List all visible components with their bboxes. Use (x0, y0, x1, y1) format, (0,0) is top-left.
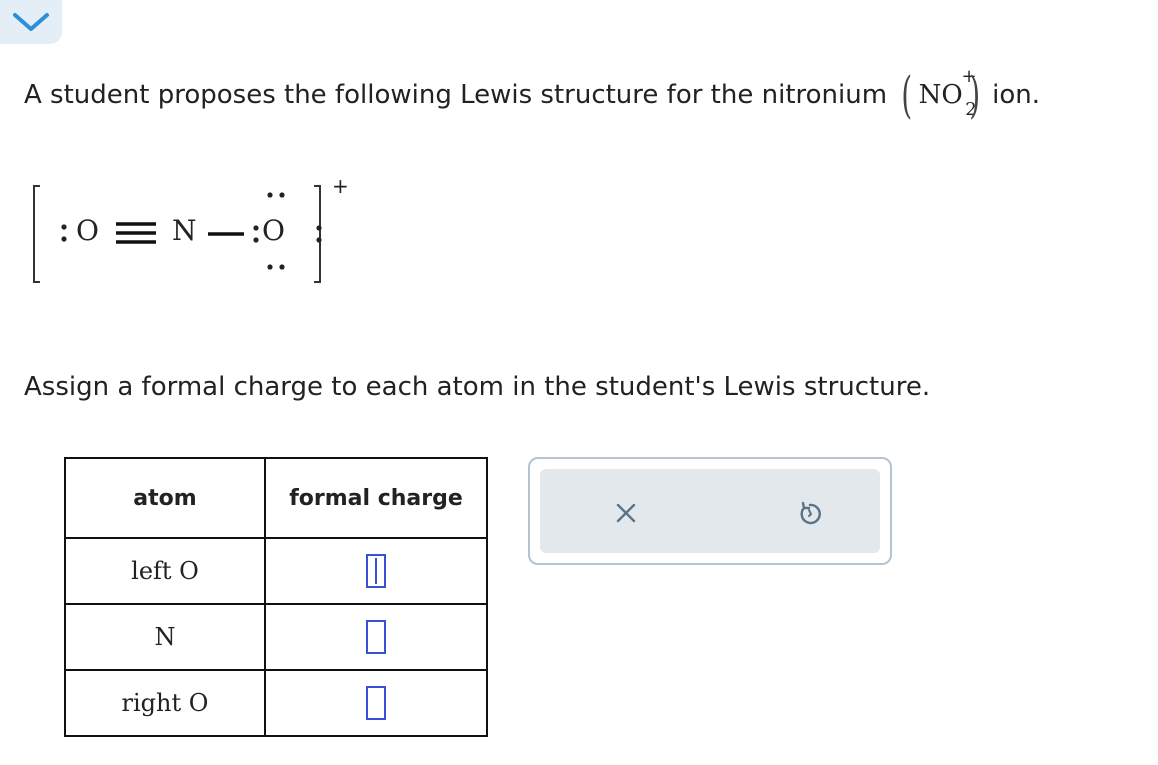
chevron-down-icon (13, 13, 49, 31)
lewis-atom-left-o: O (76, 214, 99, 247)
table-row: left O (64, 537, 488, 605)
answer-tools-panel (528, 457, 892, 565)
lewis-structure: O N O + (30, 174, 350, 292)
question-prompt: A student proposes the following Lewis s… (24, 66, 1041, 124)
formal-charge-input-left-o[interactable] (366, 554, 386, 588)
prompt-suffix: ion. (992, 80, 1041, 110)
charge-cell (264, 603, 488, 671)
lewis-ion-charge: + (332, 174, 349, 198)
table-row: N (64, 603, 488, 671)
table-row: right O (64, 669, 488, 737)
undo-icon (800, 501, 821, 525)
undo-button[interactable] (794, 497, 826, 529)
atom-cell: N (64, 603, 266, 671)
formal-charge-input-right-o[interactable] (366, 686, 386, 720)
charge-cell (264, 669, 488, 737)
close-icon (616, 503, 636, 523)
charge-cell (264, 537, 488, 605)
formal-charge-input-n[interactable] (366, 620, 386, 654)
formula-main: NO (918, 80, 963, 110)
atom-cell: right O (64, 669, 266, 737)
collapse-toggle[interactable] (0, 0, 62, 44)
formal-charge-table: atom formal charge left O N right O (64, 457, 488, 737)
header-atom: atom (64, 457, 266, 539)
lewis-atom-n: N (172, 214, 197, 247)
task-instruction: Assign a formal charge to each atom in t… (24, 372, 931, 402)
prompt-text: A student proposes the following Lewis s… (24, 80, 888, 110)
tools-toolbar (540, 469, 880, 553)
header-formal-charge: formal charge (264, 457, 488, 539)
lewis-atom-right-o: O (262, 214, 285, 247)
nitronium-formula: ( NO + 2 ) (901, 66, 980, 124)
clear-button[interactable] (610, 497, 642, 529)
atom-cell: left O (64, 537, 266, 605)
